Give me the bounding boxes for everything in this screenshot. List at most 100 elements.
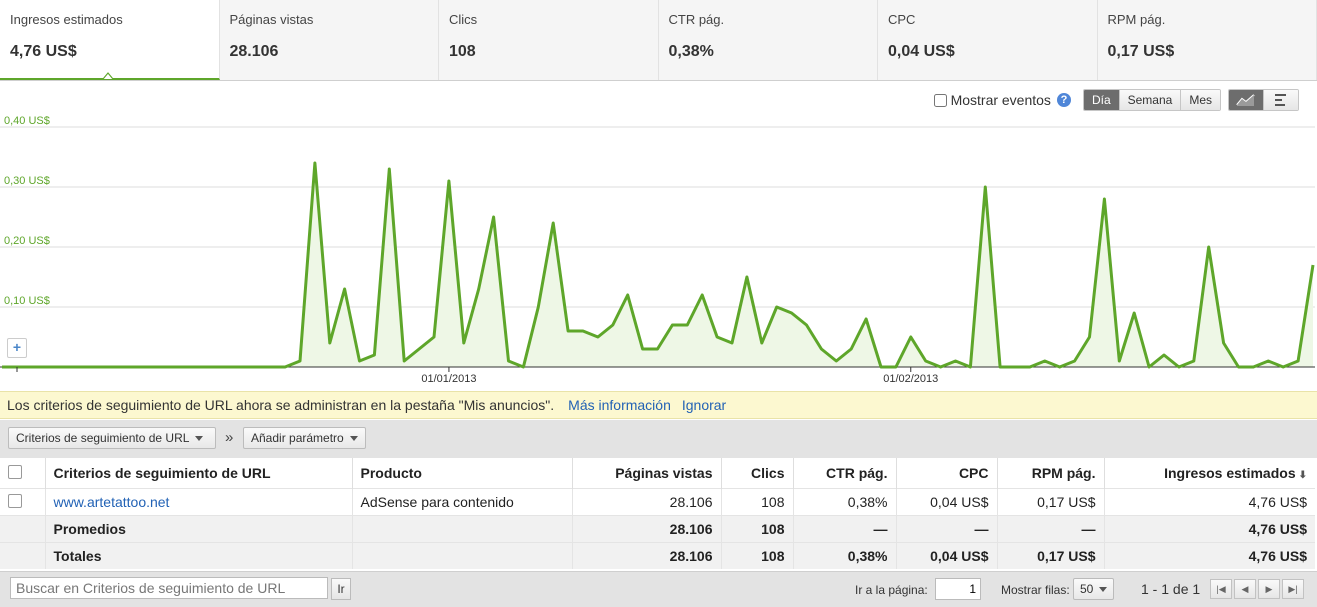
column-header-revenue[interactable]: Ingresos estimados⬇ [1104, 458, 1315, 489]
rows-per-page-dropdown[interactable]: 50 [1073, 578, 1114, 600]
cell-product: AdSense para contenido [352, 489, 572, 516]
y-tick-label: 0,20 US$ [4, 235, 50, 247]
last-page-icon[interactable]: ▶| [1282, 579, 1304, 599]
averages-label: Promedios [45, 516, 352, 543]
pagination-range: 1 - 1 de 1 [1141, 581, 1200, 597]
totals-row: Totales 28.106 108 0,38% 0,04 US$ 0,17 U… [0, 543, 1315, 570]
total-cpc: 0,04 US$ [896, 543, 997, 570]
avg-pageviews: 28.106 [572, 516, 721, 543]
search-input[interactable] [10, 577, 328, 599]
totals-label: Totales [45, 543, 352, 570]
column-header-rpm[interactable]: RPM pág. [997, 458, 1104, 489]
show-events-toggle[interactable]: Mostrar eventos ? [934, 92, 1071, 108]
x-tick-label: 01/02/2013 [883, 373, 938, 385]
cell-rpm: 0,17 US$ [997, 489, 1104, 516]
granularity-week-button[interactable]: Semana [1119, 90, 1181, 110]
show-events-label: Mostrar eventos [951, 92, 1051, 108]
tab-cpc[interactable]: CPC 0,04 US$ [878, 0, 1098, 80]
row-checkbox[interactable] [8, 494, 22, 508]
empty-cell [0, 543, 45, 570]
add-parameter-dropdown[interactable]: Añadir parámetro [243, 427, 366, 449]
table-header-row: Criterios de seguimiento de URL Producto… [0, 458, 1315, 489]
ignore-link[interactable]: Ignorar [682, 397, 726, 413]
chevron-down-icon [195, 436, 203, 441]
sort-desc-icon: ⬇ [1299, 470, 1307, 481]
total-ctr: 0,38% [793, 543, 896, 570]
select-all-cell [0, 458, 45, 489]
chart-controls: Mostrar eventos ? Día Semana Mes [934, 89, 1299, 111]
empty-cell [352, 543, 572, 570]
cell-name: www.artetattoo.net [45, 489, 352, 516]
chart-view-selector [1228, 89, 1299, 111]
bar-chart-icon[interactable] [1263, 90, 1298, 110]
prev-page-icon[interactable]: ◀ [1234, 579, 1256, 599]
column-header-product[interactable]: Producto [352, 458, 572, 489]
active-tab-pointer [103, 69, 113, 79]
tab-label: Clics [449, 12, 648, 27]
first-page-icon[interactable]: |◀ [1210, 579, 1232, 599]
row-select-cell [0, 489, 45, 516]
report-table: Criterios de seguimiento de URL Producto… [0, 458, 1315, 569]
pagination-controls: |◀ ◀ ▶ ▶| [1210, 579, 1306, 599]
y-tick-label: 0,40 US$ [4, 115, 50, 127]
metric-tabs: Ingresos estimados 4,76 US$ Páginas vist… [0, 0, 1317, 81]
breadcrumb-separator: » [225, 429, 233, 446]
column-header-pageviews[interactable]: Páginas vistas [572, 458, 721, 489]
column-header-revenue-label: Ingresos estimados [1164, 465, 1296, 481]
search-go-button[interactable]: Ir [331, 578, 351, 600]
tab-rpm-pag[interactable]: RPM pág. 0,17 US$ [1098, 0, 1317, 80]
page-label: Ir a la página: [855, 583, 928, 597]
table-footer: Ir Ir a la página: Mostrar filas: 50 1 -… [0, 571, 1317, 607]
avg-ctr: — [793, 516, 896, 543]
granularity-month-button[interactable]: Mes [1180, 90, 1220, 110]
tab-label: Ingresos estimados [10, 12, 209, 27]
show-events-checkbox[interactable] [934, 94, 947, 107]
zoom-icon[interactable]: + [7, 338, 27, 358]
column-header-cpc[interactable]: CPC [896, 458, 997, 489]
cell-pageviews: 28.106 [572, 489, 721, 516]
empty-cell [0, 516, 45, 543]
avg-clicks: 108 [721, 516, 793, 543]
averages-row: Promedios 28.106 108 — — — 4,76 US$ [0, 516, 1315, 543]
cell-ctr: 0,38% [793, 489, 896, 516]
tab-value: 108 [449, 43, 648, 61]
next-page-icon[interactable]: ▶ [1258, 579, 1280, 599]
cell-revenue: 4,76 US$ [1104, 489, 1315, 516]
rows-label: Mostrar filas: [1001, 583, 1070, 597]
series-line [2, 163, 1313, 367]
column-header-criteria[interactable]: Criterios de seguimiento de URL [45, 458, 352, 489]
tab-paginas-vistas[interactable]: Páginas vistas 28.106 [220, 0, 440, 80]
select-all-checkbox[interactable] [8, 465, 22, 479]
y-tick-label: 0,10 US$ [4, 295, 50, 307]
rows-per-page-value: 50 [1080, 582, 1093, 596]
avg-rpm: — [997, 516, 1104, 543]
line-chart-icon[interactable] [1229, 90, 1263, 110]
url-channel-link[interactable]: www.artetattoo.net [54, 494, 170, 510]
granularity-day-button[interactable]: Día [1084, 90, 1119, 110]
tab-label: RPM pág. [1108, 12, 1307, 27]
page-number-input[interactable] [935, 578, 981, 600]
column-header-ctr[interactable]: CTR pág. [793, 458, 896, 489]
notice-text: Los criterios de seguimiento de URL ahor… [7, 397, 554, 413]
total-revenue: 4,76 US$ [1104, 543, 1315, 570]
help-icon[interactable]: ? [1057, 93, 1071, 107]
tab-value: 28.106 [230, 43, 429, 61]
tab-value: 0,04 US$ [888, 43, 1087, 61]
chevron-down-icon [1099, 587, 1107, 592]
dimension-dropdown[interactable]: Criterios de seguimiento de URL [8, 427, 216, 449]
filter-bar: Criterios de seguimiento de URL » Añadir… [0, 420, 1317, 458]
column-header-clicks[interactable]: Clics [721, 458, 793, 489]
dimension-dropdown-label: Criterios de seguimiento de URL [16, 431, 189, 445]
chevron-down-icon [350, 436, 358, 441]
tab-value: 4,76 US$ [10, 43, 209, 61]
revenue-chart: 0,40 US$0,30 US$0,20 US$0,10 US$01/01/20… [0, 115, 1317, 390]
tab-ctr-pag[interactable]: CTR pág. 0,38% [659, 0, 879, 80]
empty-cell [352, 516, 572, 543]
tab-value: 0,17 US$ [1108, 43, 1307, 61]
cell-cpc: 0,04 US$ [896, 489, 997, 516]
tab-value: 0,38% [669, 43, 868, 61]
more-info-link[interactable]: Más información [568, 397, 671, 413]
tab-label: Páginas vistas [230, 12, 429, 27]
tab-ingresos-estimados[interactable]: Ingresos estimados 4,76 US$ [0, 0, 220, 80]
tab-clics[interactable]: Clics 108 [439, 0, 659, 80]
